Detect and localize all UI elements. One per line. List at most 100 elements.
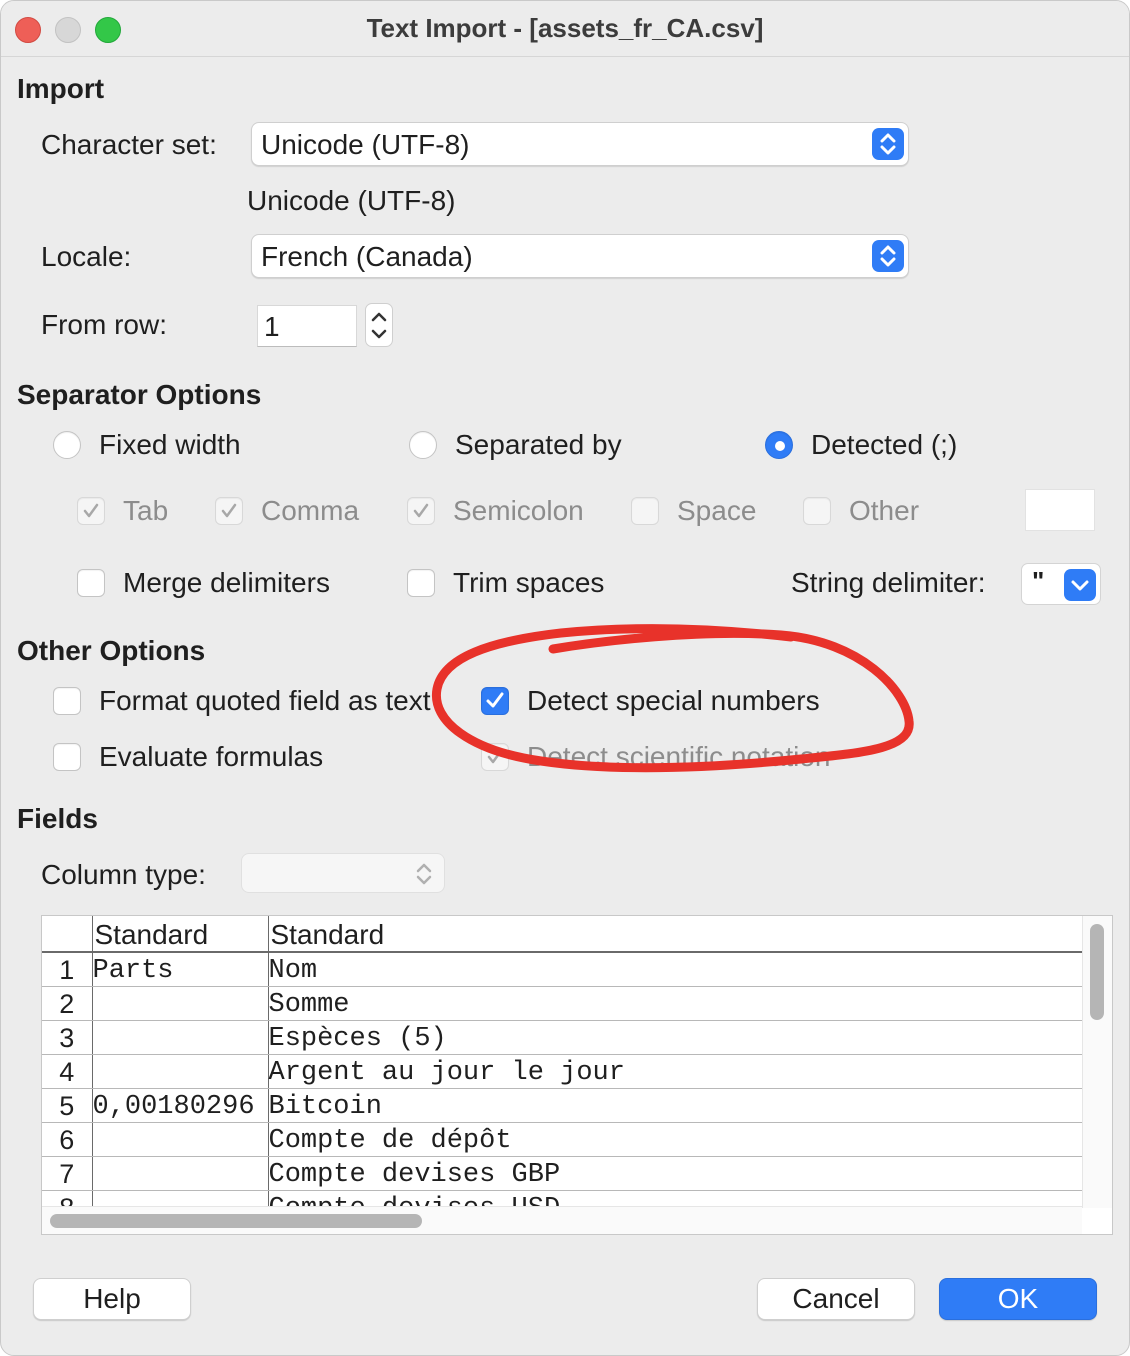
- merge-delimiters-checkbox[interactable]: [77, 569, 105, 597]
- table-row: 7 Compte devises GBP: [42, 1156, 1082, 1191]
- other-options-heading: Other Options: [17, 635, 206, 666]
- detected-label[interactable]: Detected (;): [811, 429, 957, 461]
- other-checkbox[interactable]: [803, 497, 831, 525]
- format-quoted-label-clip: Format quoted field as text: [99, 681, 435, 721]
- detect-special-numbers-label[interactable]: Detect special numbers: [527, 685, 820, 717]
- merge-delimiters-label[interactable]: Merge delimiters: [123, 567, 330, 599]
- up-down-chevron-icon: [872, 240, 904, 272]
- comma-label: Comma: [261, 495, 360, 526]
- table-cell[interactable]: [92, 986, 269, 1021]
- checkmark-icon: [486, 692, 504, 708]
- checkmark-icon: [221, 503, 237, 518]
- semicolon-checkbox[interactable]: [407, 497, 435, 525]
- row-index: 2: [42, 986, 93, 1021]
- from-row-value: 1: [264, 311, 280, 342]
- horizontal-scrollbar[interactable]: [42, 1206, 1082, 1234]
- tab-checkbox[interactable]: [77, 497, 105, 525]
- column-header-2[interactable]: Standard: [268, 916, 1082, 953]
- from-row-label: From row:: [41, 309, 167, 340]
- table-cell[interactable]: Compte de dépôt: [268, 1122, 1082, 1157]
- fields-heading: Fields: [17, 803, 98, 834]
- table-cell[interactable]: Bitcoin: [268, 1088, 1082, 1123]
- trim-spaces-checkbox[interactable]: [407, 569, 435, 597]
- column-header-1[interactable]: Standard: [92, 916, 269, 953]
- table-cell[interactable]: [92, 1020, 269, 1055]
- title-bar: Text Import - [assets_fr_CA.csv]: [1, 1, 1129, 57]
- space-checkbox[interactable]: [631, 497, 659, 525]
- semicolon-label: Semicolon: [453, 495, 584, 526]
- detect-scientific-label: Detect scientific notation: [527, 741, 831, 772]
- other-separator-input[interactable]: [1025, 489, 1095, 531]
- table-cell[interactable]: Espèces (5): [268, 1020, 1082, 1055]
- locale-select-value: French (Canada): [261, 241, 473, 272]
- separated-by-label[interactable]: Separated by: [455, 429, 622, 461]
- separated-by-radio[interactable]: [409, 431, 437, 459]
- string-delimiter-value: ": [1032, 566, 1045, 596]
- table-cell[interactable]: Argent au jour le jour: [268, 1054, 1082, 1089]
- table-header-row: Standard Standard: [42, 916, 1082, 953]
- help-button[interactable]: Help: [33, 1278, 191, 1320]
- row-index: 4: [42, 1054, 93, 1089]
- up-down-chevron-icon: [416, 863, 432, 885]
- row-index: 5: [42, 1088, 93, 1123]
- format-quoted-label[interactable]: Format quoted field as text: [99, 685, 431, 717]
- table-row: 5 0,00180296 Bitcoin: [42, 1088, 1082, 1123]
- detected-radio[interactable]: [765, 431, 793, 459]
- table-cell[interactable]: Somme: [268, 986, 1082, 1021]
- charset-select[interactable]: Unicode (UTF-8): [251, 122, 909, 166]
- table-cell[interactable]: Compte devises GBP: [268, 1156, 1082, 1191]
- checkmark-icon: [413, 503, 429, 518]
- table-cell[interactable]: [92, 1156, 269, 1191]
- fixed-width-radio[interactable]: [53, 431, 81, 459]
- table-cell[interactable]: 0,00180296: [92, 1088, 269, 1123]
- table-cell[interactable]: [92, 1054, 269, 1089]
- other-label: Other: [849, 495, 920, 526]
- fields-preview-table[interactable]: Standard Standard 1 Parts Nom 2 Somme 3: [41, 915, 1113, 1235]
- fixed-width-label[interactable]: Fixed width: [99, 429, 241, 461]
- row-index: 7: [42, 1156, 93, 1191]
- trim-spaces-label[interactable]: Trim spaces: [453, 567, 604, 599]
- row-index-header: [42, 916, 93, 953]
- checkmark-icon: [83, 503, 99, 518]
- column-type-select[interactable]: [241, 853, 445, 893]
- table-cell[interactable]: Parts: [92, 952, 269, 987]
- table-cell[interactable]: Nom: [268, 952, 1082, 987]
- window-title: Text Import - [assets_fr_CA.csv]: [366, 13, 764, 43]
- column-type-label: Column type:: [41, 859, 206, 890]
- cancel-button[interactable]: Cancel: [757, 1278, 915, 1320]
- evaluate-formulas-checkbox[interactable]: [53, 743, 81, 771]
- space-label: Space: [677, 495, 757, 526]
- chevron-down-icon[interactable]: [1064, 569, 1096, 601]
- table-row: 6 Compte de dépôt: [42, 1122, 1082, 1157]
- row-index: 1: [42, 952, 93, 987]
- vertical-scrollbar[interactable]: [1082, 916, 1112, 1208]
- table-row: 2 Somme: [42, 986, 1082, 1021]
- row-index: 6: [42, 1122, 93, 1157]
- string-delimiter-label: String delimiter:: [791, 567, 986, 598]
- charset-label: Character set:: [41, 129, 217, 160]
- ok-button[interactable]: OK: [939, 1278, 1097, 1320]
- locale-select[interactable]: French (Canada): [251, 234, 909, 278]
- vertical-scroll-thumb[interactable]: [1090, 924, 1104, 1020]
- charset-select-value: Unicode (UTF-8): [261, 129, 470, 160]
- import-heading: Import: [17, 73, 105, 104]
- comma-checkbox[interactable]: [215, 497, 243, 525]
- detect-scientific-checkbox[interactable]: [481, 743, 509, 771]
- string-delimiter-combobox[interactable]: ": [1021, 563, 1101, 605]
- locale-label: Locale:: [41, 241, 132, 272]
- tab-label: Tab: [123, 495, 169, 526]
- separator-options-heading: Separator Options: [17, 379, 262, 410]
- text-import-dialog: Text Import - [assets_fr_CA.csv] Import …: [0, 0, 1130, 1356]
- row-index: 3: [42, 1020, 93, 1055]
- detect-special-numbers-checkbox[interactable]: [481, 687, 509, 715]
- table-row: 1 Parts Nom: [42, 952, 1082, 987]
- from-row-input[interactable]: 1: [257, 305, 357, 347]
- from-row-stepper[interactable]: [365, 303, 393, 347]
- up-down-chevron-icon: [872, 128, 904, 160]
- format-quoted-checkbox[interactable]: [53, 687, 81, 715]
- stepper-arrows-icon: [371, 312, 387, 339]
- horizontal-scroll-thumb[interactable]: [50, 1214, 422, 1228]
- evaluate-formulas-label[interactable]: Evaluate formulas: [99, 741, 323, 773]
- table-row: 3 Espèces (5): [42, 1020, 1082, 1055]
- table-cell[interactable]: [92, 1122, 269, 1157]
